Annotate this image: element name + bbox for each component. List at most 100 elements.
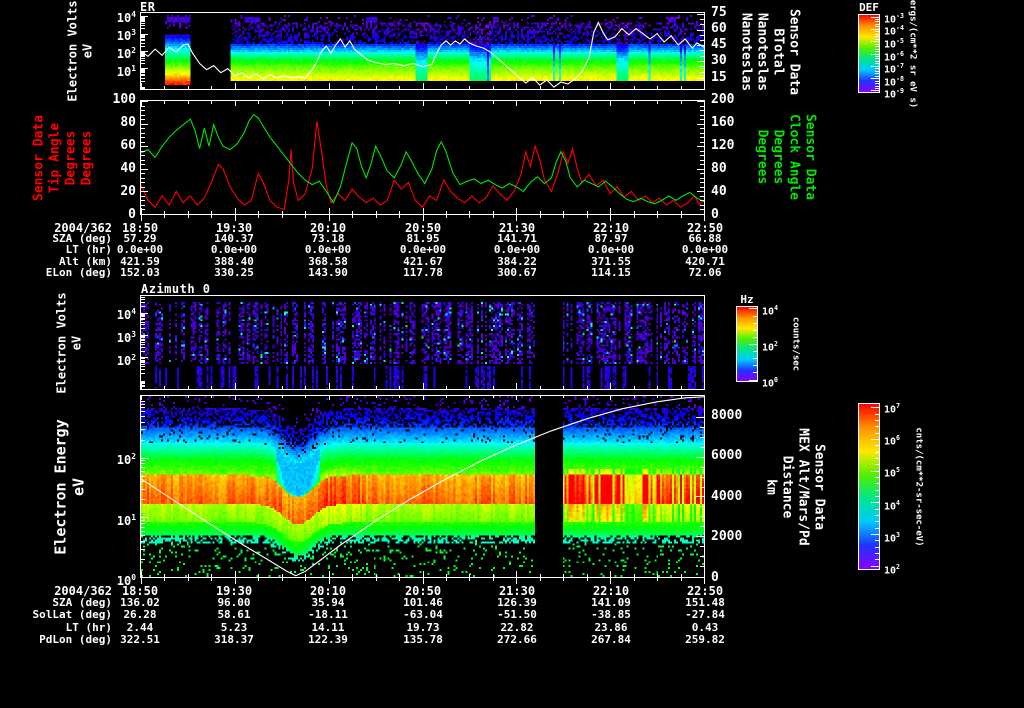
colorbar-minor-tick: [875, 21, 879, 22]
colorbar-tick: [749, 308, 757, 309]
def-colorbar: [858, 14, 880, 93]
time-tick-top: [235, 396, 236, 400]
y-axis-tick: [141, 299, 145, 300]
colorbar-minor-tick: [753, 365, 757, 366]
colorbar-minor-tick: [875, 36, 879, 37]
y-axis-tick: [141, 200, 145, 201]
y-axis-tick: [700, 155, 704, 156]
time-tick: [329, 571, 330, 577]
y-axis-tick: [696, 536, 704, 537]
time-tick: [681, 211, 682, 214]
colorbar-minor-tick: [875, 73, 879, 74]
y-axis-tick: [700, 164, 704, 165]
ephemeris-bottom-cell: 322.51: [120, 633, 160, 646]
time-tick-top: [188, 101, 189, 104]
y-axis-tick: [141, 351, 145, 352]
time-tick: [282, 211, 283, 214]
y-axis-tick: [141, 416, 145, 417]
time-tick: [634, 386, 635, 389]
time-tick: [587, 386, 588, 389]
y-axis-tick: [141, 19, 145, 20]
time-tick: [681, 386, 682, 389]
y-axis-tick: [141, 429, 145, 430]
y-axis-tick: [141, 489, 145, 490]
time-tick: [657, 574, 658, 577]
time-tick-outer: [211, 215, 212, 218]
y-axis-tick: [141, 124, 148, 125]
y-axis-tick: [141, 70, 145, 71]
ephemeris-bottom-cell: 26.28: [123, 608, 157, 621]
y-axis-tick: [141, 151, 145, 152]
time-tick-top: [329, 396, 330, 400]
y-axis-tick: [700, 200, 704, 201]
y-axis-tick: [697, 14, 704, 15]
time-tick-top: [141, 396, 142, 400]
colorbar-minor-tick: [875, 63, 879, 64]
time-tick: [235, 383, 236, 389]
y-axis-tick: [696, 577, 704, 578]
colorbar-minor-tick: [875, 433, 879, 434]
y-axis-tick: [141, 364, 145, 365]
colorbar-tick-label: 100: [762, 376, 779, 390]
ephemeris-bottom-cell: -18.11: [308, 608, 348, 621]
y-axis-tick: [141, 17, 145, 18]
colorbar-tick-label: 10-9: [884, 87, 904, 101]
time-tick: [563, 211, 564, 214]
y-axis-tick: [141, 360, 145, 361]
time-tick-outer: [258, 578, 259, 581]
colorbar-minor-tick: [875, 61, 879, 62]
time-tick: [516, 383, 517, 389]
time-tick-outer: [188, 578, 189, 581]
time-tick: [164, 211, 165, 214]
azimuth0-spectrogram-canvas: [141, 296, 704, 389]
y-axis-tick: [700, 50, 704, 51]
colorbar-minor-tick: [753, 358, 757, 359]
time-tick: [282, 86, 283, 89]
time-tick: [634, 211, 635, 214]
time-tick-top: [141, 101, 142, 106]
colorbar-tick: [871, 566, 879, 567]
time-tick: [540, 386, 541, 389]
y-axis-tick: [141, 214, 148, 215]
y-axis-tick: [141, 476, 145, 477]
time-tick: [469, 574, 470, 577]
y-axis-tick: [141, 527, 145, 528]
y-axis-tick: [141, 463, 145, 464]
y-axis-tick: [141, 35, 145, 36]
y-axis-tick: [700, 133, 704, 134]
time-tick: [657, 211, 658, 214]
time-tick-top: [587, 396, 588, 398]
time-tick: [610, 83, 611, 89]
time-tick-outer: [188, 215, 189, 218]
time-tick: [493, 86, 494, 89]
y-axis-tick: [700, 182, 704, 183]
y-axis-tick: [141, 336, 145, 337]
y-axis-tick: [700, 151, 704, 152]
y2-tick-label: 8000: [711, 408, 743, 423]
colorbar-minor-tick: [875, 515, 879, 516]
time-tick-outer: [563, 215, 564, 218]
y-axis-tick: [141, 404, 145, 405]
colorbar-minor-tick: [875, 88, 879, 89]
colorbar-minor-tick: [875, 490, 879, 491]
time-tick-top: [211, 396, 212, 398]
colorbar-minor-tick: [875, 26, 879, 27]
time-tick: [446, 386, 447, 389]
time-tick: [493, 574, 494, 577]
time-tick: [540, 211, 541, 214]
colorbar-minor-tick: [875, 83, 879, 84]
colorbar-minor-tick: [875, 71, 879, 72]
colorbar-tick: [871, 66, 879, 67]
y-axis-tick: [141, 328, 145, 329]
y-axis-tick: [141, 53, 145, 54]
time-tick-top: [493, 101, 494, 104]
time-tick: [376, 574, 377, 577]
time-tick-outer: [282, 578, 283, 581]
btotal-y2-axis-label: Sensor Data BTotal Nanoteslas Nanoteslas: [739, 8, 802, 96]
colorbar1-title: DEF: [859, 1, 879, 14]
y-axis-tick: [700, 487, 704, 488]
ephemeris-bottom-cell: -38.85: [591, 608, 631, 621]
ephemeris-bottom-cell: 58.61: [217, 608, 251, 621]
time-tick: [305, 574, 306, 577]
time-tick-outer: [493, 215, 494, 218]
